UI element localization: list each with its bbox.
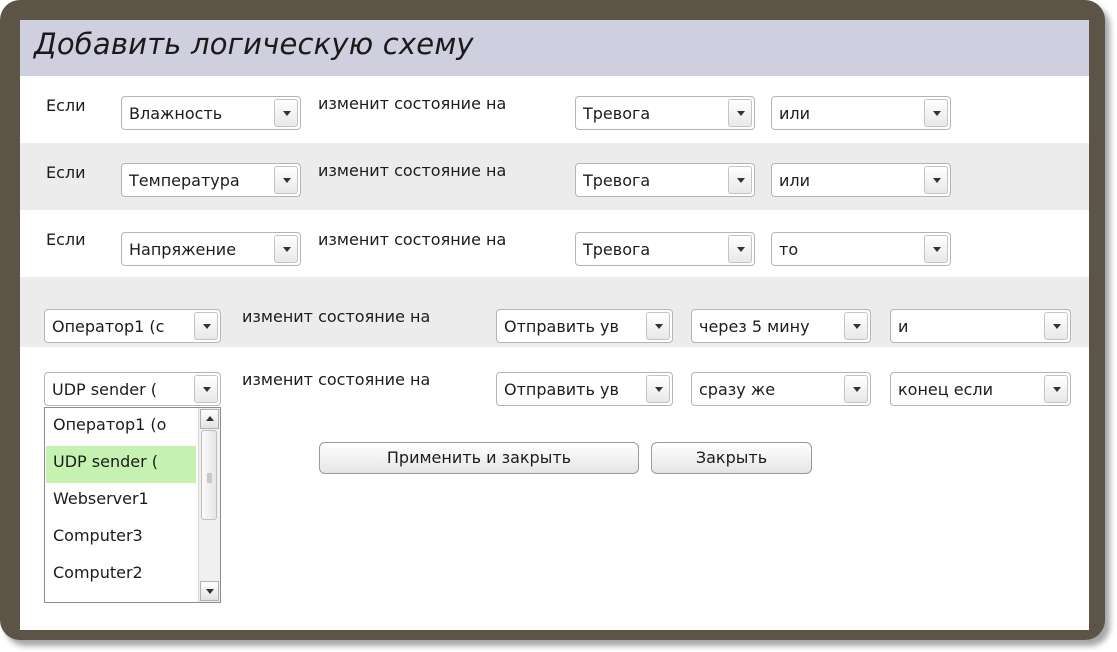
chevron-down-icon[interactable] (728, 166, 752, 194)
chevron-down-icon[interactable] (194, 375, 218, 403)
logic-value: конец если (898, 380, 993, 399)
logic-value: то (779, 240, 799, 259)
delay-value: сразу же (699, 380, 776, 399)
scroll-down-icon[interactable] (200, 581, 219, 601)
chevron-down-icon[interactable] (844, 312, 868, 340)
target-value: Оператор1 (с (52, 317, 165, 336)
chevron-down-icon[interactable] (924, 166, 948, 194)
state-select[interactable]: Тревога (575, 232, 755, 266)
apply-close-button[interactable]: Применить и закрыть (319, 442, 639, 474)
logic-value: или (779, 171, 811, 190)
logic-value: или (779, 104, 811, 123)
logic-select[interactable]: или (771, 163, 951, 197)
chevron-down-icon[interactable] (728, 99, 752, 127)
chevron-down-icon[interactable] (194, 312, 218, 340)
action-value: Отправить ув (504, 317, 619, 336)
action-row: UDP sender ( изменит состояние на Отправ… (20, 347, 1089, 407)
target-value: UDP sender ( (52, 380, 157, 399)
action-value: Отправить ув (504, 380, 619, 399)
logic-select[interactable]: и (890, 309, 1071, 343)
chevron-down-icon[interactable] (844, 375, 868, 403)
condition-row: Если Влажность изменит состояние на Трев… (20, 76, 1089, 143)
delay-select[interactable]: через 5 мину (691, 309, 871, 343)
chevron-down-icon[interactable] (274, 235, 298, 263)
sensor-select[interactable]: Напряжение (121, 232, 301, 266)
chevron-down-icon[interactable] (1044, 312, 1068, 340)
chevron-down-icon[interactable] (274, 166, 298, 194)
chevron-down-icon[interactable] (646, 312, 670, 340)
scrollbar-thumb[interactable] (201, 430, 217, 520)
state-value: Тревога (583, 104, 651, 123)
chevron-down-icon[interactable] (728, 235, 752, 263)
list-item[interactable]: Computer3 (46, 520, 196, 557)
logic-select[interactable]: конец если (890, 372, 1071, 406)
chevron-down-icon[interactable] (646, 375, 670, 403)
action-select[interactable]: Отправить ув (496, 309, 673, 343)
logic-select[interactable]: то (771, 232, 951, 266)
logic-select[interactable]: или (771, 96, 951, 130)
condition-row: Если Напряжение изменит состояние на Тре… (20, 210, 1089, 277)
chevron-down-icon[interactable] (924, 235, 948, 263)
delay-select[interactable]: сразу же (691, 372, 871, 406)
state-value: Тревога (583, 240, 651, 259)
if-label: Если (46, 163, 86, 182)
delay-value: через 5 мину (699, 317, 810, 336)
action-select[interactable]: Отправить ув (496, 372, 673, 406)
logic-value: и (898, 317, 909, 336)
target-dropdown-list[interactable]: Оператор1 (о UDP sender ( Webserver1 Com… (44, 407, 221, 603)
list-item[interactable]: Webserver1 (46, 483, 196, 520)
sensor-value: Напряжение (129, 240, 237, 259)
change-state-label: изменит состояние на (318, 161, 507, 180)
change-state-label: изменит состояние на (318, 230, 507, 249)
chevron-down-icon[interactable] (274, 99, 298, 127)
chevron-down-icon[interactable] (924, 99, 948, 127)
chevron-down-icon[interactable] (1044, 375, 1068, 403)
sensor-select[interactable]: Температура (121, 163, 301, 197)
dialog-title: Добавить логическую схему (34, 27, 474, 61)
scroll-up-icon[interactable] (200, 409, 219, 429)
close-button[interactable]: Закрыть (651, 442, 812, 474)
logic-scheme-dialog: Добавить логическую схему Если Влажность… (20, 20, 1089, 630)
title-bar: Добавить логическую схему (20, 20, 1089, 76)
list-item[interactable]: Оператор1 (о (46, 409, 196, 446)
list-item-selected[interactable]: UDP sender ( (46, 446, 196, 483)
scrollbar[interactable] (198, 408, 220, 602)
change-state-label: изменит состояние на (318, 94, 507, 113)
target-select[interactable]: Оператор1 (с (44, 309, 221, 343)
if-label: Если (46, 96, 86, 115)
sensor-value: Температура (129, 171, 240, 190)
sensor-select[interactable]: Влажность (121, 96, 301, 130)
sensor-value: Влажность (129, 104, 223, 123)
state-value: Тревога (583, 171, 651, 190)
condition-row: Если Температура изменит состояние на Тр… (20, 143, 1089, 210)
action-row: Оператор1 (с изменит состояние на Отправ… (20, 277, 1089, 347)
list-item[interactable]: Computer2 (46, 557, 196, 594)
state-select[interactable]: Тревога (575, 163, 755, 197)
change-state-label: изменит состояние на (242, 370, 431, 389)
if-label: Если (46, 230, 86, 249)
target-select[interactable]: UDP sender ( (44, 372, 221, 406)
change-state-label: изменит состояние на (242, 307, 431, 326)
state-select[interactable]: Тревога (575, 96, 755, 130)
